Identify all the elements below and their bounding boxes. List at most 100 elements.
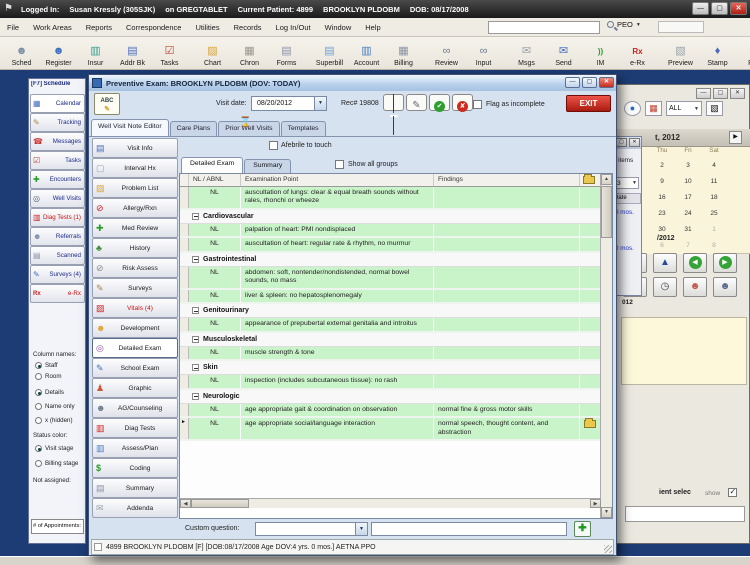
toolbar-button-account[interactable]: ▥Account [348, 45, 385, 68]
accept-button[interactable]: ✔ [429, 94, 450, 111]
exam-item-row[interactable]: NLpalpation of heart: PMI nondisplaced [180, 224, 601, 238]
remove-button[interactable] [383, 94, 404, 111]
day-cell[interactable]: 2 [649, 158, 675, 174]
nav-button-school-exam[interactable]: ✎School Exam [92, 358, 178, 378]
menu-item-reports[interactable]: Reports [79, 23, 119, 32]
clock-button[interactable]: ◷ [653, 277, 677, 297]
nav-button-risk-assess[interactable]: ⊘Risk Assess [92, 258, 178, 278]
horizontal-scrollbar[interactable]: ◀ ▶ [180, 498, 601, 508]
day-cell[interactable]: 1 [701, 222, 727, 238]
status-cell[interactable]: NL [189, 290, 241, 302]
tab-templates[interactable]: Templates [281, 121, 326, 136]
findings-cell[interactable] [434, 187, 580, 208]
day-cell[interactable]: 23 [649, 206, 675, 222]
sidebar-item-tracking[interactable]: ✎Tracking [30, 113, 85, 132]
status-cell[interactable]: NL [189, 238, 241, 250]
exam-item-row[interactable]: NLabdomen: soft, nontender/nondistended,… [180, 267, 601, 290]
findings-cell[interactable] [434, 290, 580, 302]
exam-group-row[interactable]: Musculoskeletal [180, 333, 601, 347]
dialog-maximize-button[interactable]: ▢ [582, 77, 597, 88]
resize-grip[interactable] [604, 545, 612, 553]
scroll-up-arrow[interactable]: ▲ [601, 174, 612, 185]
provider-filter-select[interactable]: ALL ▼ [666, 101, 702, 116]
toolbar-button-preview[interactable]: ▧Preview [662, 45, 699, 68]
toolbar-button-review[interactable]: ∞Review [428, 45, 465, 68]
nav-button-med-review[interactable]: ✚Med Review [92, 218, 178, 238]
menu-item-help[interactable]: Help [358, 23, 387, 32]
patient-red-button[interactable]: ☻ [683, 277, 707, 297]
dialog-titlebar[interactable]: Preventive Exam: BROOKLYN PLDOBM (DOV: T… [89, 75, 616, 91]
calendar-maximize-button[interactable]: ▢ [713, 88, 728, 99]
app-close-button[interactable]: ✕ [730, 2, 747, 15]
toolbar-button-sched[interactable]: ☻Sched [3, 45, 40, 68]
sidebar-item-diag-tests-1[interactable]: ▥Diag Tests (1) [30, 208, 85, 227]
collapse-icon[interactable] [192, 364, 199, 371]
exam-point-cell[interactable]: muscle strength & tone [241, 347, 434, 359]
toolbar-button-forms[interactable]: ▤Forms [268, 45, 305, 68]
toolbar-button-addr-bk[interactable]: ▤Addr Bk [114, 45, 151, 68]
exam-item-row[interactable]: NLliver & spleen: no hepatosplenomegaly [180, 290, 601, 304]
calendar-icon[interactable]: ▦ [645, 101, 662, 116]
collapse-icon[interactable] [192, 393, 199, 400]
next-day-button[interactable]: ▶ [713, 253, 737, 273]
day-cell[interactable]: 18 [701, 190, 727, 206]
next-month-button[interactable]: ▶ [729, 131, 742, 144]
tab-care-plans[interactable]: Care Plans [170, 121, 218, 136]
day-cell[interactable]: 31 [675, 222, 701, 238]
afebrile-checkbox[interactable] [269, 141, 278, 150]
nav-button-assess-plan[interactable]: ▥Assess/Plan [92, 438, 178, 458]
toolbar-button-billing[interactable]: ▦Billing [385, 45, 422, 68]
folder-icon[interactable] [583, 176, 595, 184]
exam-item-row[interactable]: NLage appropriate gait & coordination on… [180, 404, 601, 418]
app-maximize-button[interactable]: ▢ [711, 2, 728, 15]
collapse-icon[interactable] [192, 336, 199, 343]
status-cell[interactable]: NL [189, 375, 241, 387]
toolbar-button-superbill[interactable]: ▤Superbill [311, 45, 348, 68]
day-cell[interactable]: 10 [675, 174, 701, 190]
menu-extra-field[interactable] [658, 21, 704, 33]
findings-cell[interactable] [434, 238, 580, 250]
status-cell[interactable]: NL [189, 318, 241, 330]
menu-item-log-in-out[interactable]: Log In/Out [269, 23, 318, 32]
prev-day-button[interactable]: ◀ [683, 253, 707, 273]
radio-hidden[interactable] [35, 417, 42, 424]
sidebar-item-messages[interactable]: ☎Messages [30, 132, 85, 151]
day-cell[interactable]: 17 [675, 190, 701, 206]
show-all-groups-checkbox[interactable] [335, 160, 344, 169]
toolbar-button-tasks[interactable]: ☑Tasks [151, 45, 188, 68]
history-close-button[interactable]: ✕ [629, 138, 640, 147]
nav-button-development[interactable]: ☻Development [92, 318, 178, 338]
day-cell[interactable]: 24 [675, 206, 701, 222]
scroll-right-arrow[interactable]: ▶ [590, 499, 601, 508]
day-cell[interactable]: 7 [675, 238, 701, 254]
day-cell[interactable]: 9 [649, 174, 675, 190]
nav-button-addenda[interactable]: ✉Addenda [92, 498, 178, 518]
toolbar-button-msgs[interactable]: ✉Msgs [508, 45, 545, 68]
radio-name-only[interactable] [35, 403, 42, 410]
toolbar-button-chart[interactable]: ▨Chart [194, 45, 231, 68]
day-cell[interactable]: 11 [701, 174, 727, 190]
exam-item-row[interactable]: NLappearance of prepubertal external gen… [180, 318, 601, 332]
day-cell[interactable]: 16 [649, 190, 675, 206]
exam-item-row[interactable]: NLauscultation of lungs: clear & equal b… [180, 187, 601, 210]
exam-point-cell[interactable]: age appropriate gait & coordination on o… [241, 404, 434, 416]
exam-group-row[interactable]: Skin [180, 361, 601, 375]
findings-cell[interactable] [434, 347, 580, 359]
menu-item-work-areas[interactable]: Work Areas [26, 23, 79, 32]
sidebar-item-referrals[interactable]: ☻Referrals [30, 227, 85, 246]
scroll-down-arrow[interactable]: ▼ [601, 507, 612, 518]
toolbar-button-im[interactable]: ))IM [582, 45, 619, 68]
radio-details[interactable] [35, 389, 42, 396]
status-cell[interactable]: NL [189, 267, 241, 288]
appointment-list[interactable] [621, 317, 747, 385]
folder-icon[interactable] [584, 420, 596, 428]
dialog-close-button[interactable]: ✕ [599, 77, 614, 88]
sidebar-item-well-visits[interactable]: ◎Well Visits [30, 189, 85, 208]
status-cell[interactable]: NL [189, 187, 241, 208]
nav-button-interval-hx[interactable]: ▢Interval Hx [92, 158, 178, 178]
findings-cell[interactable] [434, 224, 580, 236]
nav-button-problem-list[interactable]: ▨Problem List [92, 178, 178, 198]
nav-button-history[interactable]: ♣History [92, 238, 178, 258]
exam-item-row[interactable]: NLauscultation of heart: regular rate & … [180, 238, 601, 252]
add-question-button[interactable]: ✚ [574, 521, 591, 537]
